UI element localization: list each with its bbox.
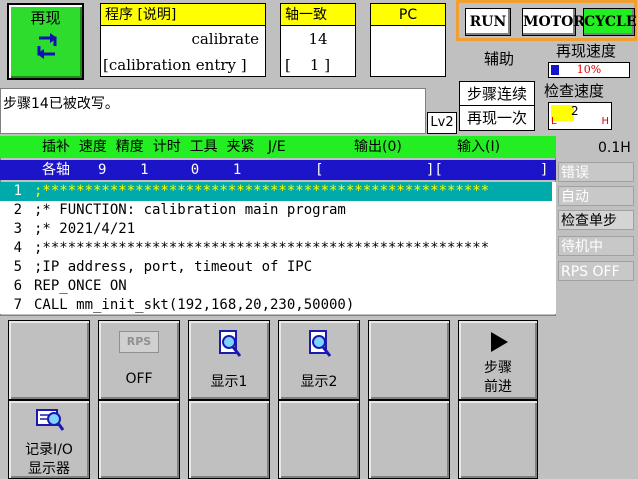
pc-panel[interactable]: PC (370, 3, 446, 77)
function-button-empty-1[interactable] (8, 320, 90, 400)
check-step-state: 检查单步 (558, 210, 634, 230)
step-number: 14 (308, 30, 328, 48)
code-line[interactable]: 7 CALL mm_init_skt(192,168,20,230,50000) (0, 296, 552, 315)
bottom-right-blank (546, 320, 638, 400)
axes-values: 9 1 0 1 (98, 162, 242, 178)
display1-button[interactable]: 显示1 (188, 320, 270, 400)
motor-indicator: MOTOR (522, 8, 585, 36)
io-monitor-label-1: 记录I/O (25, 442, 73, 458)
code-line[interactable]: 3 ;* 2021/4/21 (0, 220, 552, 239)
check-speed-low: L (551, 116, 557, 127)
robot-status-box: RUN MOTOR CYCLE (456, 0, 637, 41)
auto-state: 自动 (558, 186, 634, 206)
display2-button[interactable]: 显示2 (278, 320, 360, 400)
play-triangle-icon (491, 332, 508, 352)
function-button-empty-7[interactable] (458, 400, 538, 479)
message-text: 步骤14已被改写。 (3, 96, 119, 112)
step-continuous-option[interactable]: 步骤连续 (460, 82, 534, 106)
repeat-speed-label: 再现速度 (556, 42, 617, 60)
pc-header: PC (371, 4, 445, 26)
io-monitor-button[interactable]: 记录I/O 显示器 (8, 400, 90, 479)
cycle-indicator: CYCLE (583, 8, 637, 36)
display1-label: 显示1 (210, 374, 248, 390)
waiting-state: 待机中 (558, 236, 634, 256)
axes-label: 各轴 (42, 162, 70, 178)
program-code-list[interactable]: 1 ;**************************************… (0, 182, 556, 314)
function-button-empty-3[interactable] (98, 400, 180, 479)
step-forward-label-1: 步骤 (484, 360, 512, 376)
function-button-empty-4[interactable] (188, 400, 270, 479)
rps-off-state: RPS OFF (558, 261, 634, 281)
io-bracket-mid: ][ (426, 162, 443, 178)
header-input: 输入(I) (457, 139, 501, 155)
code-line[interactable]: 2 ;* FUNCTION: calibration main program (0, 201, 552, 220)
repeat-speed-bar[interactable]: 10% (548, 62, 630, 78)
cycle-timer: 0.1H (598, 140, 631, 156)
level-indicator: Lv2 (427, 112, 457, 134)
program-name: calibrate (191, 30, 259, 48)
axis-sub-value: [ 1 ] (285, 56, 331, 74)
function-button-empty-5[interactable] (278, 400, 360, 479)
axes-row: 各轴 9 1 0 1 [ ][ ] (0, 160, 556, 180)
monitor-magnifier-icon (36, 409, 65, 431)
repeat-mode-button[interactable]: 再现 (7, 3, 84, 80)
check-speed-high: H (601, 116, 609, 127)
step-forward-button[interactable]: 步骤 前进 (458, 320, 538, 400)
program-header-row: 插补 速度 精度 计时 工具 夹紧 J/E 输出(0) 输入(I) (0, 136, 556, 158)
message-box: 步骤14已被改写。 (0, 88, 426, 134)
code-line[interactable]: 6 REP_ONCE ON (0, 277, 552, 296)
rps-button-label: OFF (125, 371, 153, 387)
header-columns: 插补 速度 精度 计时 工具 夹紧 J/E (42, 139, 286, 155)
io-monitor-label-2: 显示器 (28, 461, 70, 477)
check-speed-label: 检查速度 (544, 82, 605, 100)
output-bracket-open: [ (315, 162, 324, 178)
mode-label: 再现 (30, 9, 61, 27)
check-speed-value: 2 (571, 104, 579, 118)
function-button-empty-6[interactable] (368, 400, 450, 479)
program-panel[interactable]: 程序 [说明] calibrate [calibration entry ] (100, 3, 266, 77)
cycle-arrows-icon (37, 33, 57, 59)
magnifier-page-icon (219, 330, 242, 357)
repeat-speed-value: 10% (576, 63, 602, 76)
repeat-once-option[interactable]: 再现一次 (460, 106, 534, 130)
axis-match-header: 轴一致 (281, 4, 355, 26)
aux-button[interactable]: 辅助 (458, 43, 540, 75)
header-output: 输出(0) (354, 139, 402, 155)
axis-match-panel[interactable]: 轴一致 14 [ 1 ] (280, 3, 356, 77)
input-bracket-close: ] (540, 162, 549, 178)
check-speed-bar[interactable]: 2 L H (548, 102, 612, 130)
magnifier-page-icon (309, 330, 332, 357)
rps-button[interactable]: RPS OFF (98, 320, 180, 400)
step-mode-box[interactable]: 步骤连续 再现一次 (459, 81, 535, 131)
code-line[interactable]: 5 ;IP address, port, timeout of IPC (0, 258, 552, 277)
function-button-empty-2[interactable] (368, 320, 450, 400)
step-forward-label-2: 前进 (484, 379, 512, 395)
program-panel-header: 程序 [说明] (101, 4, 265, 26)
rps-icon: RPS (119, 331, 159, 353)
program-comment: [calibration entry ] (103, 56, 247, 74)
code-line[interactable]: 4 ;**************************************… (0, 239, 552, 258)
run-indicator: RUN (465, 8, 511, 36)
error-state: 错误 (558, 162, 634, 182)
code-line[interactable]: 1 ;**************************************… (0, 182, 552, 201)
display2-label: 显示2 (300, 374, 338, 390)
